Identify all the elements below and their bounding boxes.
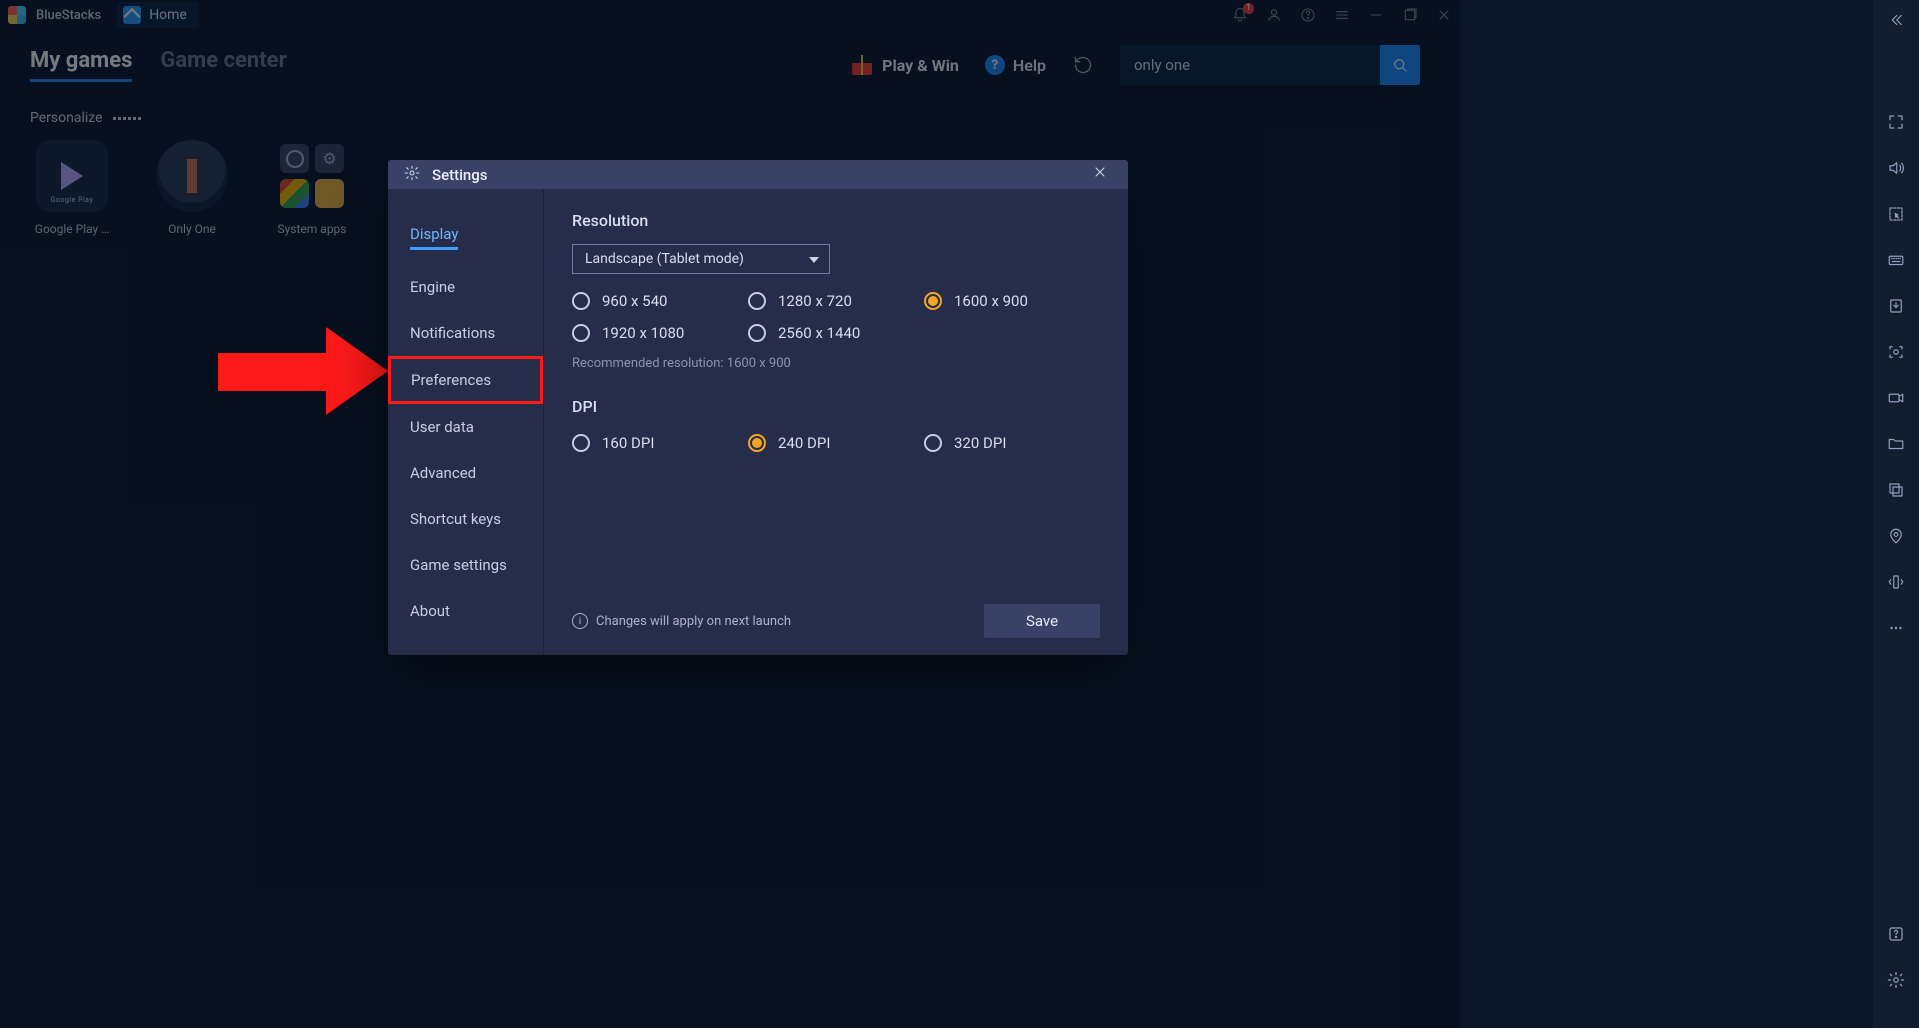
settings-content: Resolution Landscape (Tablet mode) 960 x… xyxy=(544,189,1128,655)
sidebar-settings-icon[interactable] xyxy=(1886,970,1906,990)
settings-nav-user-data[interactable]: User data xyxy=(388,404,543,450)
settings-nav-notifications[interactable]: Notifications xyxy=(388,310,543,356)
settings-nav-shortcut-keys[interactable]: Shortcut keys xyxy=(388,496,543,542)
resolution-option-2560x1440[interactable]: 2560 x 1440 xyxy=(748,324,924,342)
settings-nav-engine[interactable]: Engine xyxy=(388,264,543,310)
collapse-sidebar-icon[interactable] xyxy=(1886,10,1906,30)
resolution-recommended-text: Recommended resolution: 1600 x 900 xyxy=(572,356,1100,371)
settings-nav: Display Engine Notifications Preferences… xyxy=(388,189,544,655)
dpi-radio-grid: 160 DPI 240 DPI 320 DPI xyxy=(572,434,1100,452)
settings-footer: i Changes will apply on next launch Save xyxy=(572,588,1100,638)
shake-icon[interactable] xyxy=(1886,572,1906,592)
settings-close-button[interactable] xyxy=(1088,160,1112,189)
keyboard-icon[interactable] xyxy=(1886,250,1906,270)
more-icon[interactable] xyxy=(1886,618,1906,638)
settings-nav-advanced[interactable]: Advanced xyxy=(388,450,543,496)
settings-nav-about[interactable]: About xyxy=(388,588,543,634)
settings-info-note: i Changes will apply on next launch xyxy=(572,613,791,629)
settings-modal-titlebar: Settings xyxy=(388,160,1128,189)
install-apk-icon[interactable] xyxy=(1886,296,1906,316)
resolution-option-960x540[interactable]: 960 x 540 xyxy=(572,292,748,310)
settings-modal-title: Settings xyxy=(432,166,488,184)
folder-icon[interactable] xyxy=(1886,434,1906,454)
info-icon: i xyxy=(572,613,588,629)
settings-modal-body: Display Engine Notifications Preferences… xyxy=(388,189,1128,655)
resolution-option-1920x1080[interactable]: 1920 x 1080 xyxy=(572,324,748,342)
fullscreen-icon[interactable] xyxy=(1886,112,1906,132)
location-icon[interactable] xyxy=(1886,526,1906,546)
resolution-mode-select[interactable]: Landscape (Tablet mode) xyxy=(572,244,830,274)
resolution-radio-grid: 960 x 540 1280 x 720 1600 x 900 1920 x 1… xyxy=(572,292,1100,342)
settings-nav-game-settings[interactable]: Game settings xyxy=(388,542,543,588)
gear-icon xyxy=(404,165,420,185)
settings-nav-preferences[interactable]: Preferences xyxy=(388,356,543,404)
record-icon[interactable] xyxy=(1886,388,1906,408)
settings-nav-display[interactable]: Display xyxy=(388,211,543,264)
dpi-option-240[interactable]: 240 DPI xyxy=(748,434,924,452)
resolution-title: Resolution xyxy=(572,211,1100,230)
dpi-section: DPI 160 DPI 240 DPI 320 DPI xyxy=(572,397,1100,452)
save-button[interactable]: Save xyxy=(984,604,1100,638)
settings-modal: Settings Display Engine Notifications Pr… xyxy=(388,160,1128,655)
dpi-option-160[interactable]: 160 DPI xyxy=(572,434,748,452)
cursor-icon[interactable] xyxy=(1886,204,1906,224)
screenshot-icon[interactable] xyxy=(1886,342,1906,362)
multi-instance-icon[interactable] xyxy=(1886,480,1906,500)
dpi-option-320[interactable]: 320 DPI xyxy=(924,434,1100,452)
right-side-toolbar xyxy=(1873,0,1919,1028)
sidebar-help-icon[interactable] xyxy=(1886,924,1906,944)
settings-info-text: Changes will apply on next launch xyxy=(596,614,791,629)
resolution-mode-value: Landscape (Tablet mode) xyxy=(585,251,744,267)
dpi-title: DPI xyxy=(572,397,1100,416)
resolution-option-1600x900[interactable]: 1600 x 900 xyxy=(924,292,1100,310)
resolution-option-1280x720[interactable]: 1280 x 720 xyxy=(748,292,924,310)
volume-icon[interactable] xyxy=(1886,158,1906,178)
